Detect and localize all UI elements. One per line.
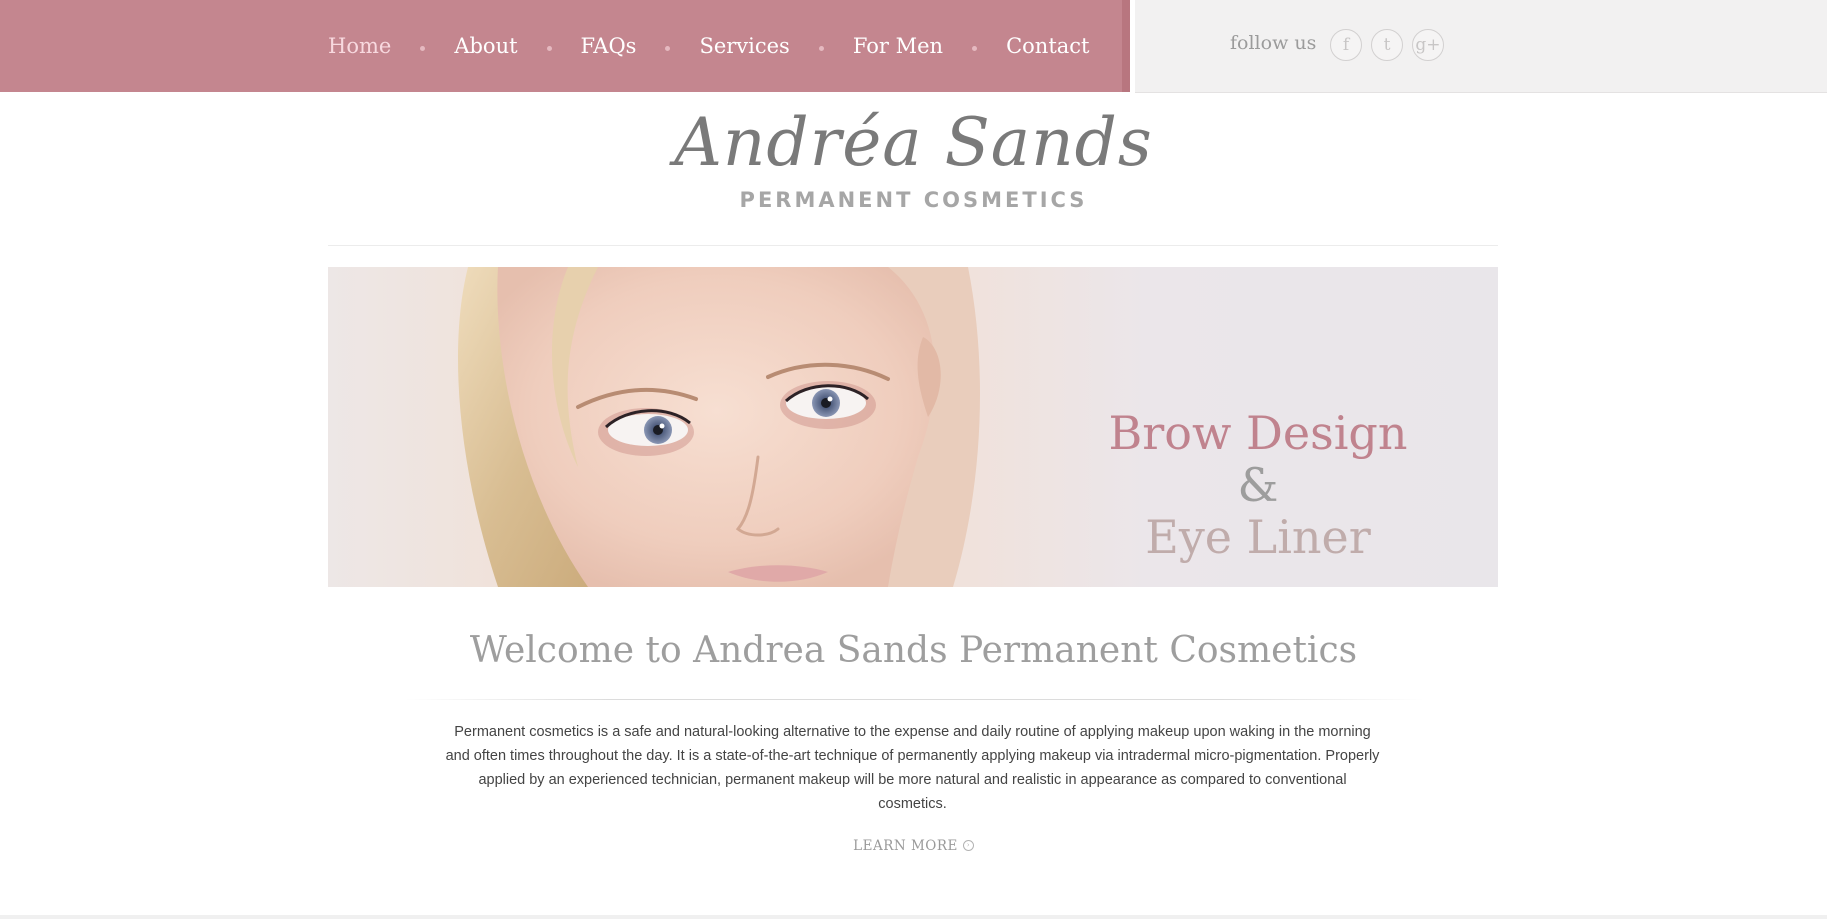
learn-more-link[interactable]: LEARN MORE › [0, 838, 1827, 854]
footer-strip [0, 915, 1827, 919]
welcome-heading: Welcome to Andrea Sands Permanent Cosmet… [469, 630, 1358, 671]
nav-edge [1122, 0, 1130, 92]
logo-subtitle: PERMANENT COSMETICS [739, 188, 1088, 212]
welcome-text: Permanent cosmetics is a safe and natura… [445, 724, 1380, 812]
site-logo[interactable]: Andréa Sands PERMANENT COSMETICS [0, 104, 1827, 213]
follow-us-label: follow us [1230, 32, 1317, 54]
hero-title-line1: Brow Design [1108, 406, 1408, 460]
nav-item-home[interactable]: Home [328, 34, 391, 58]
nav-separator [546, 45, 552, 51]
header-divider [328, 245, 1498, 246]
welcome-divider [405, 699, 1425, 700]
facebook-icon[interactable]: f [1330, 29, 1362, 61]
google-plus-icon[interactable]: g+ [1412, 29, 1444, 61]
hero-title: Brow Design & Eye Liner [1083, 407, 1433, 563]
nav-separator [818, 45, 824, 51]
learn-more-label: LEARN MORE [853, 838, 958, 854]
twitter-icon[interactable]: t [1371, 29, 1403, 61]
nav-separator [972, 45, 978, 51]
top-bar: Home About FAQs Services For Men Contact… [0, 0, 1827, 93]
logo-name: Andréa Sands [674, 104, 1153, 181]
nav-item-faqs[interactable]: FAQs [581, 34, 637, 58]
nav-separator [665, 45, 671, 51]
nav-item-for-men[interactable]: For Men [853, 34, 943, 58]
main-nav: Home About FAQs Services For Men Contact [328, 0, 1089, 92]
nav-separator [420, 45, 426, 51]
arrow-circle-icon: › [962, 840, 974, 851]
nav-item-services[interactable]: Services [699, 34, 789, 58]
hero-title-line2: Eye Liner [1145, 510, 1371, 564]
nav-item-contact[interactable]: Contact [1006, 34, 1089, 58]
nav-item-about[interactable]: About [454, 34, 517, 58]
hero-ampersand: & [1237, 458, 1279, 512]
hero-banner: Brow Design & Eye Liner [328, 267, 1498, 587]
